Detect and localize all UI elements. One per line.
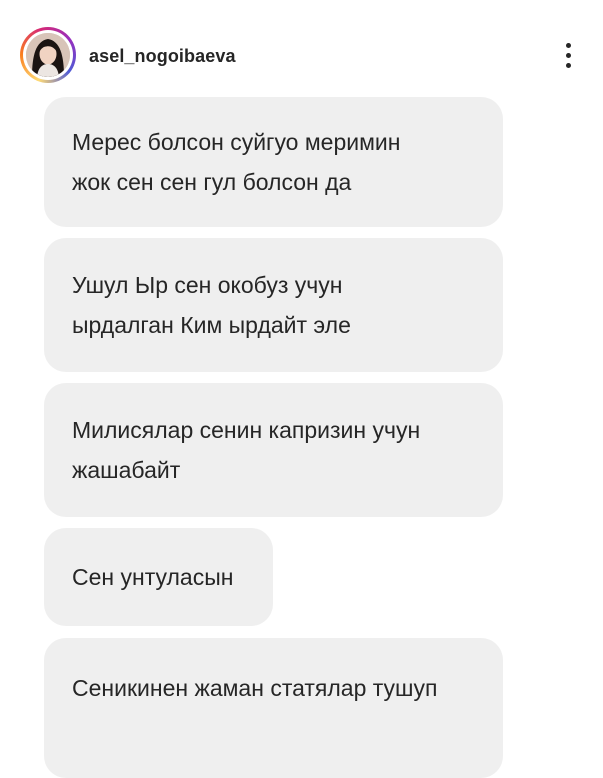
more-vertical-icon-dot xyxy=(565,52,571,58)
message-header: asel_nogoibaeva xyxy=(0,0,603,104)
message-bubble[interactable]: Милисялар сенин капризин учун жашабайт xyxy=(44,383,503,517)
message-bubble[interactable]: Сеникинен жаман статялар тушуп xyxy=(44,638,503,778)
message-text: Ушул Ыр сен окобуз учун ырдалган Ким ырд… xyxy=(72,272,351,338)
message-bubble[interactable]: Сен унтуласын xyxy=(44,528,273,626)
more-vertical-icon-dot xyxy=(565,62,571,68)
avatar-ring-gap xyxy=(23,30,73,80)
message-bubble[interactable]: Ушул Ыр сен окобуз учун ырдалган Ким ырд… xyxy=(44,238,503,372)
message-text: Сеникинен жаман статялар тушуп xyxy=(72,675,438,701)
message-text: Сен унтуласын xyxy=(72,564,234,590)
profile-photo-icon xyxy=(26,33,70,77)
message-text: Мерес болсон суйгуо меримин жок сен сен … xyxy=(72,129,401,195)
avatar-photo xyxy=(26,33,70,77)
username[interactable]: asel_nogoibaeva xyxy=(89,44,236,68)
message-bubble[interactable]: Мерес болсон суйгуо меримин жок сен сен … xyxy=(44,97,503,227)
avatar[interactable] xyxy=(20,27,76,83)
more-vertical-icon xyxy=(565,42,571,48)
more-options-button[interactable] xyxy=(554,38,582,72)
message-text: Милисялар сенин капризин учун жашабайт xyxy=(72,417,421,483)
